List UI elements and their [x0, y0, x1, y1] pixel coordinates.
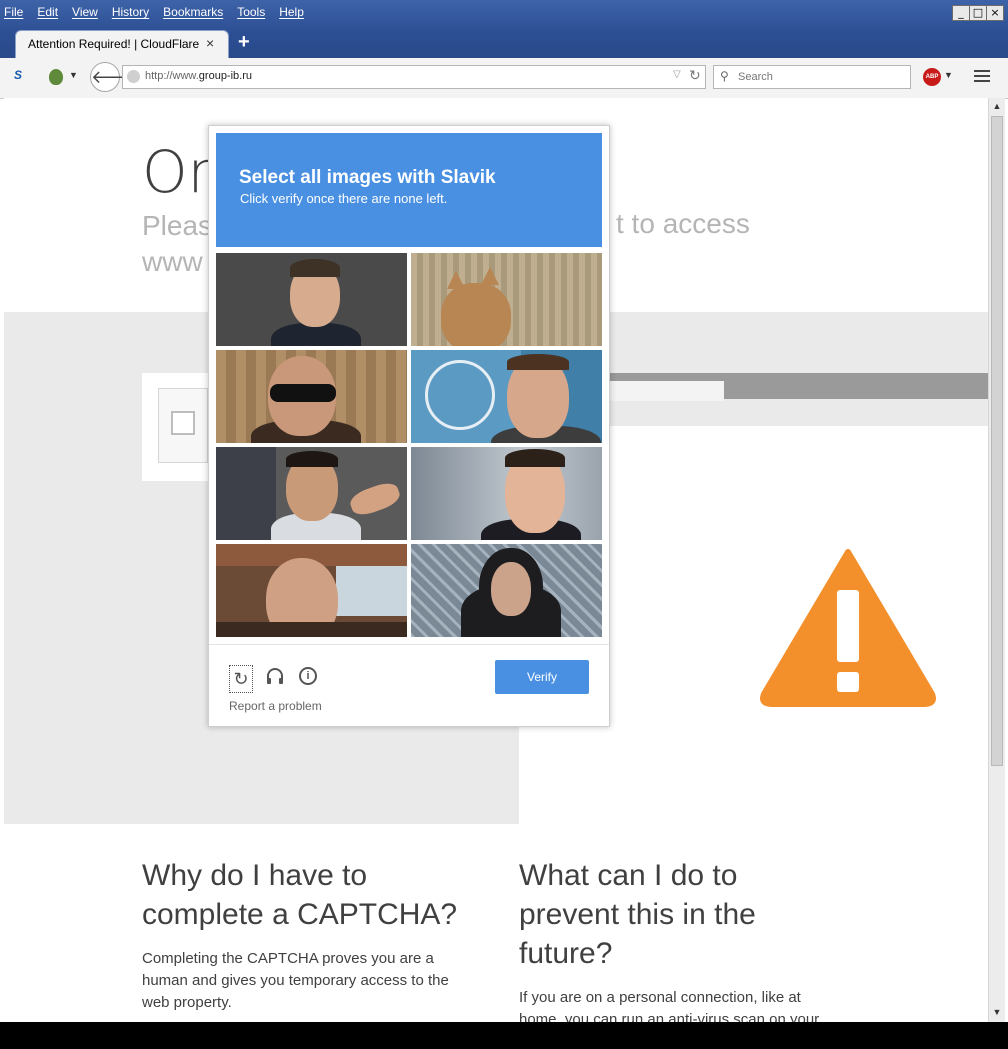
address-bar[interactable]: http://www.group-ib.ru ▽ ↻: [122, 65, 706, 89]
chevron-down-icon[interactable]: ▼: [944, 70, 953, 80]
captcha-divider: [209, 644, 609, 645]
menu-file[interactable]: File: [4, 5, 23, 23]
what-heading: What can I do to prevent this in the fut…: [519, 859, 756, 970]
tab-title: Attention Required! | CloudFlare: [28, 37, 200, 51]
scroll-down-arrow-icon[interactable]: ▼: [989, 1004, 1005, 1020]
captcha-subtitle: Click verify once there are none left.: [240, 191, 448, 206]
si-addon-icon[interactable]: S: [14, 68, 32, 86]
new-tab-button[interactable]: +: [238, 31, 250, 53]
captcha-widget: [158, 388, 208, 463]
captcha-tile-8[interactable]: [411, 544, 602, 637]
captcha-tile-1[interactable]: [216, 253, 407, 346]
page-subtitle: Pleas www: [142, 208, 212, 280]
report-problem-link[interactable]: Report a problem: [229, 699, 322, 713]
reload-icon[interactable]: ↻: [689, 67, 701, 84]
menu-edit[interactable]: Edit: [37, 5, 58, 23]
menu-tools[interactable]: Tools: [237, 5, 265, 23]
info-icon[interactable]: i: [299, 667, 317, 685]
back-button[interactable]: 🡐: [90, 62, 139, 92]
captcha-header: Select all images with Slavik Click veri…: [216, 133, 602, 247]
close-window-button[interactable]: ×: [986, 5, 1004, 21]
menu-view[interactable]: View: [72, 5, 98, 23]
captcha-checkbox[interactable]: [171, 411, 195, 435]
vertical-scrollbar[interactable]: ▲ ▼: [988, 98, 1005, 1022]
captcha-tile-2[interactable]: [411, 253, 602, 346]
captcha-tile-3[interactable]: [216, 350, 407, 443]
search-placeholder: Search: [738, 71, 773, 83]
menu-bar: File Edit View History Bookmarks Tools H…: [4, 5, 304, 23]
captcha-tile-5[interactable]: [216, 447, 407, 540]
browser-tab[interactable]: Attention Required! | CloudFlare ×: [15, 30, 229, 58]
captcha-challenge-popup: Select all images with Slavik Click veri…: [208, 125, 610, 727]
url-text: http://www.group-ib.ru: [145, 70, 252, 82]
verify-button[interactable]: Verify: [495, 660, 589, 694]
subtitle-line-1: Pleas: [142, 210, 213, 241]
url-dropdown-icon[interactable]: ▽: [673, 69, 681, 80]
adblock-icon[interactable]: ABP: [923, 68, 941, 86]
onion-icon[interactable]: [49, 69, 63, 85]
menu-history[interactable]: History: [112, 5, 149, 23]
headphones-glyph: [267, 668, 283, 684]
menu-bookmarks[interactable]: Bookmarks: [163, 5, 223, 23]
subtitle-line-2: www: [142, 246, 203, 277]
scrollbar-thumb[interactable]: [991, 116, 1003, 766]
chevron-down-icon[interactable]: ▼: [69, 70, 78, 80]
why-heading: Why do I have to complete a CAPTCHA?: [142, 859, 458, 931]
maximize-button[interactable]: □: [969, 5, 987, 21]
navigation-toolbar: S ▼ 🡐 http://www.group-ib.ru ▽ ↻ ⚲ Searc…: [0, 58, 1008, 99]
captcha-title: Select all images with Slavik: [239, 167, 496, 188]
scroll-up-arrow-icon[interactable]: ▲: [989, 98, 1005, 114]
what-body: If you are on a personal connection, lik…: [519, 989, 820, 1022]
hamburger-menu-icon[interactable]: [974, 70, 990, 85]
captcha-tile-7[interactable]: [216, 544, 407, 637]
minimize-button[interactable]: _: [952, 5, 970, 21]
menu-help[interactable]: Help: [279, 5, 304, 23]
subtitle-right-fragment: t to access: [616, 208, 750, 239]
reload-challenge-icon[interactable]: ↻: [229, 665, 253, 693]
captcha-tile-6[interactable]: [411, 447, 602, 540]
globe-icon: [127, 70, 140, 83]
search-icon: ⚲: [720, 69, 729, 83]
tab-close-icon[interactable]: ×: [206, 35, 214, 51]
warning-icon: [760, 549, 936, 707]
title-bar: File Edit View History Bookmarks Tools H…: [0, 0, 1008, 58]
captcha-tile-4[interactable]: [411, 350, 602, 443]
bottom-black-bar: [0, 1022, 1008, 1049]
captcha-image-grid: [216, 253, 602, 638]
headphones-icon[interactable]: [265, 666, 285, 691]
why-body: Completing the CAPTCHA proves you are a …: [142, 950, 449, 1011]
search-input[interactable]: ⚲ Search: [713, 65, 911, 89]
